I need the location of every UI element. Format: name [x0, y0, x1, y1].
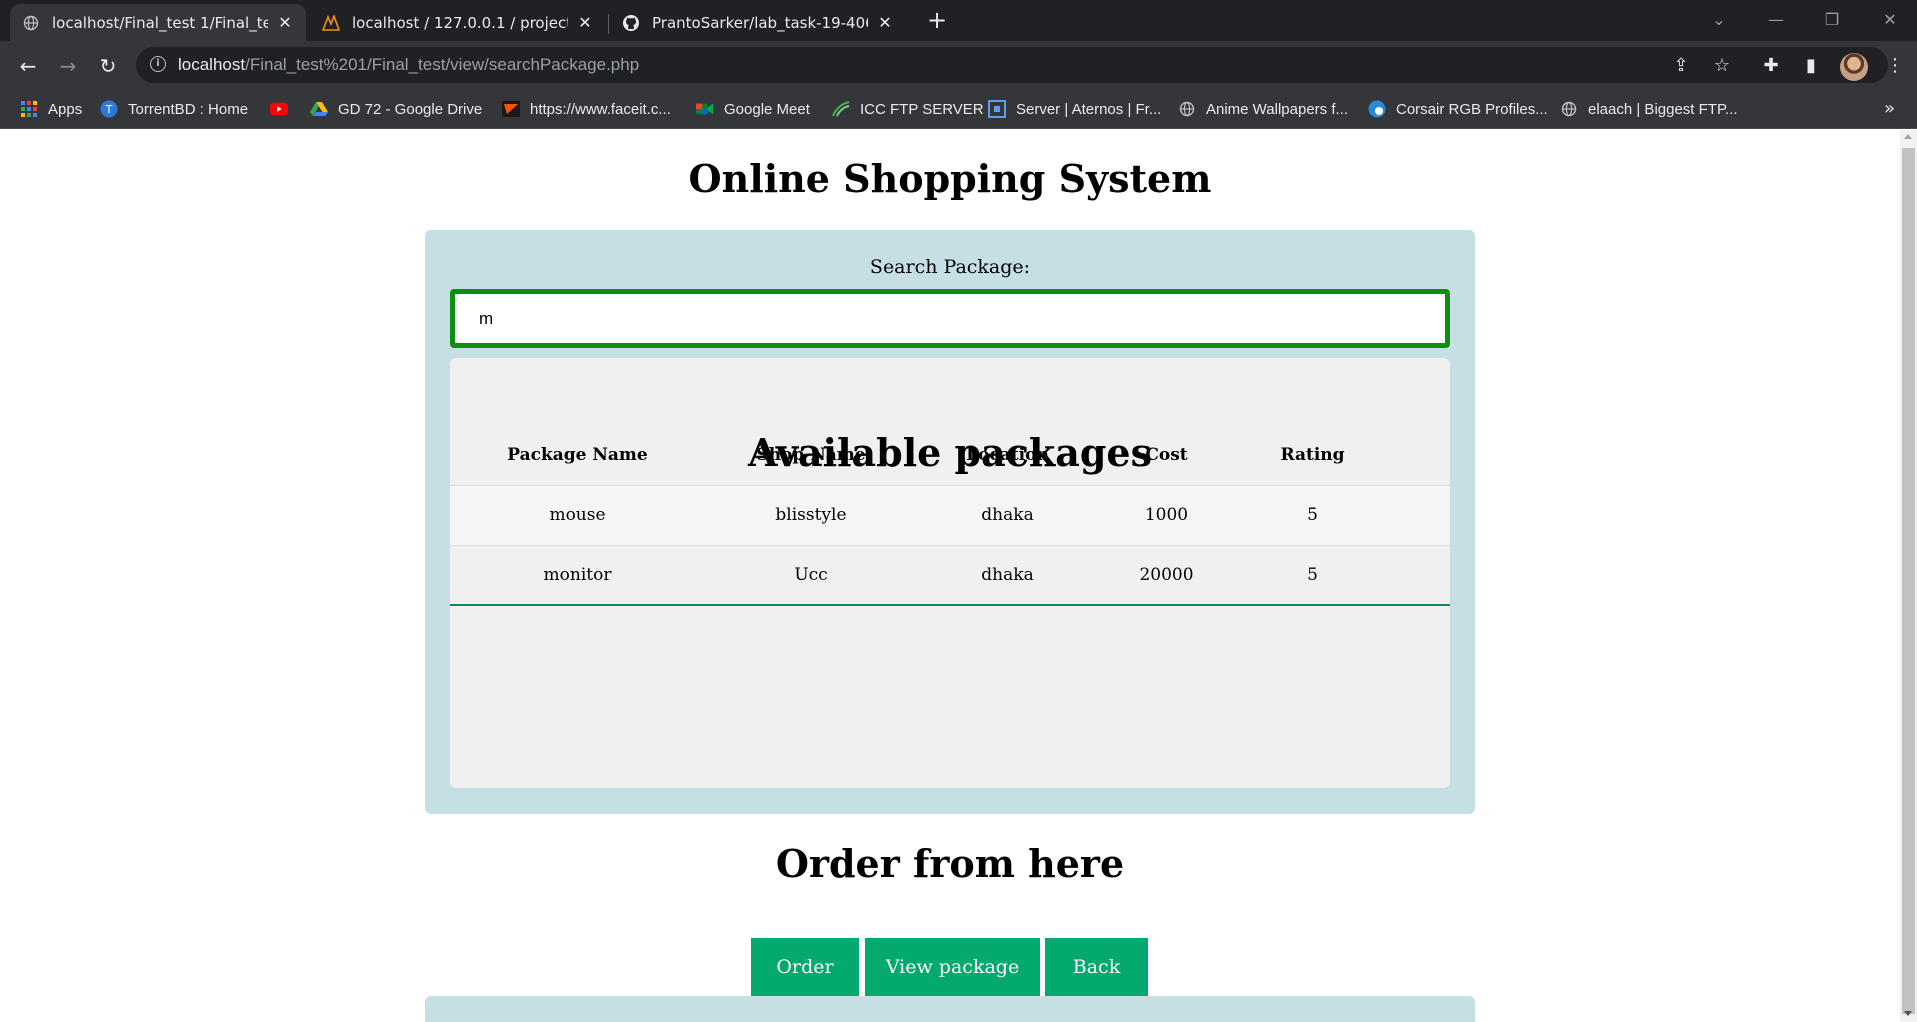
bookmark-google-drive[interactable]: GD 72 - Google Drive: [310, 100, 482, 118]
globe-icon: [1178, 100, 1196, 118]
bookmark-youtube[interactable]: [270, 100, 298, 118]
bookmark-icc-ftp[interactable]: ICC FTP SERVER: [832, 100, 984, 118]
phpmyadmin-icon: [322, 14, 340, 32]
column-header-rating: Rating: [1280, 444, 1345, 465]
reload-icon[interactable]: ↻: [94, 53, 122, 81]
extensions-puzzle-icon[interactable]: ✚: [1758, 53, 1784, 79]
bookmark-anime-wallpapers[interactable]: Anime Wallpapers f...: [1178, 100, 1348, 118]
cell-shop-name: blisstyle: [705, 484, 917, 545]
address-bar[interactable]: i localhost/Final_test%201/Final_test/vi…: [136, 47, 1888, 83]
cell-spacer: [1390, 484, 1450, 545]
new-tab-icon[interactable]: +: [924, 8, 950, 34]
close-tab-icon[interactable]: ✕: [276, 13, 294, 32]
cell-spacer: [1390, 544, 1450, 606]
more-bookmarks-icon[interactable]: »: [1884, 98, 1895, 119]
bookmark-aternos[interactable]: Server | Aternos | Fr...: [988, 100, 1161, 118]
column-header-spacer: [1390, 425, 1450, 485]
globe-icon: [22, 14, 40, 32]
search-panel: Search Package: Available packages Packa…: [425, 230, 1475, 814]
table-row: monitor Ucc dhaka 20000 5: [450, 544, 1450, 606]
cell-location: dhaka: [917, 544, 1098, 606]
packages-table: Package Name Shop Name Location Cost Rat…: [450, 425, 1450, 606]
back-button[interactable]: Back: [1045, 938, 1148, 996]
column-header-package-name: Package Name: [507, 444, 648, 465]
page-title: Online Shopping System: [688, 156, 1212, 201]
browser-tab-strip: localhost/Final_test 1/Final_test/v ✕ lo…: [0, 0, 1917, 41]
tab-separator: [608, 14, 609, 34]
search-input[interactable]: [450, 289, 1450, 348]
github-icon: [622, 14, 640, 32]
table-header-row: Package Name Shop Name Location Cost Rat…: [450, 425, 1450, 485]
address-url[interactable]: localhost/Final_test%201/Final_test/view…: [178, 55, 639, 75]
menu-kebab-icon[interactable]: ⋮: [1882, 53, 1908, 79]
bookmarks-bar: Apps T TorrentBD : Home GD 72 - Google D…: [0, 91, 1917, 129]
minimize-icon[interactable]: —: [1762, 6, 1790, 34]
footer-panel: [425, 996, 1475, 1022]
bookmark-torrentbd[interactable]: T TorrentBD : Home: [100, 100, 248, 118]
site-info-icon[interactable]: i: [150, 56, 166, 72]
apps-grid-icon: [20, 100, 38, 118]
page-viewport: Online Shopping System Search Package: A…: [0, 130, 1900, 1022]
youtube-icon: [270, 100, 288, 118]
close-tab-icon[interactable]: ✕: [876, 13, 894, 32]
cell-cost: 20000: [1098, 544, 1235, 606]
column-header-location: Location: [966, 444, 1049, 465]
bookmark-faceit[interactable]: https://www.faceit.c...: [502, 100, 671, 118]
close-window-icon[interactable]: ✕: [1876, 6, 1904, 34]
cell-package-name: mouse: [450, 484, 705, 545]
bookmark-corsair[interactable]: Corsair RGB Profiles...: [1368, 100, 1548, 118]
column-header-shop-name: Shop Name: [756, 444, 866, 465]
table-row: mouse blisstyle dhaka 1000 5: [450, 484, 1450, 545]
scroll-down-arrow-icon[interactable]: [1904, 1011, 1912, 1016]
bookmark-star-icon[interactable]: ☆: [1711, 55, 1733, 77]
view-package-button[interactable]: View package: [865, 938, 1040, 996]
faceit-icon: [502, 100, 520, 118]
tab-search-chevron-icon[interactable]: ⌄: [1705, 6, 1733, 34]
search-label: Search Package:: [869, 256, 1031, 278]
cell-package-name: monitor: [450, 544, 705, 606]
google-drive-icon: [310, 100, 328, 118]
scrollbar-thumb[interactable]: [1902, 148, 1915, 1014]
cell-cost: 1000: [1098, 484, 1235, 545]
side-panel-icon[interactable]: ▮: [1798, 53, 1824, 79]
forward-arrow-icon[interactable]: →: [54, 53, 82, 81]
back-arrow-icon[interactable]: ←: [14, 53, 42, 81]
corsair-icon: [1368, 100, 1386, 118]
bookmark-elaach[interactable]: elaach | Biggest FTP...: [1560, 100, 1738, 118]
globe-icon: [1560, 100, 1578, 118]
svg-text:T: T: [105, 103, 113, 116]
cell-rating: 5: [1235, 544, 1390, 606]
tab-github[interactable]: PrantoSarker/lab_task-19-40646- ✕: [610, 4, 906, 41]
cell-rating: 5: [1235, 484, 1390, 545]
column-header-cost: Cost: [1145, 444, 1188, 465]
restore-icon[interactable]: ❐: [1818, 6, 1846, 34]
order-heading: Order from here: [775, 841, 1125, 886]
google-meet-icon: [696, 100, 714, 118]
icc-ftp-icon: [832, 100, 850, 118]
tab-search-package[interactable]: localhost/Final_test 1/Final_test/v ✕: [10, 4, 306, 41]
close-tab-icon[interactable]: ✕: [576, 13, 594, 32]
scroll-up-arrow-icon[interactable]: [1904, 134, 1912, 139]
order-button[interactable]: Order: [751, 938, 859, 996]
page-scrollbar[interactable]: [1900, 130, 1917, 1022]
browser-toolbar: ← → ↻ i localhost/Final_test%201/Final_t…: [0, 41, 1917, 91]
share-icon[interactable]: ⇪: [1670, 55, 1692, 77]
tab-title: localhost/Final_test 1/Final_test/v: [52, 13, 268, 32]
bookmark-google-meet[interactable]: Google Meet: [696, 100, 810, 118]
cell-shop-name: Ucc: [705, 544, 917, 606]
tab-phpmyadmin[interactable]: localhost / 127.0.0.1 / project | ph ✕: [310, 4, 606, 41]
bookmark-apps[interactable]: Apps: [20, 100, 82, 118]
aternos-icon: [988, 100, 1006, 118]
torrentbd-icon: T: [100, 100, 118, 118]
cell-location: dhaka: [917, 484, 1098, 545]
profile-avatar[interactable]: [1840, 53, 1868, 81]
tab-title: PrantoSarker/lab_task-19-40646-: [652, 13, 868, 32]
tab-title: localhost / 127.0.0.1 / project | ph: [352, 13, 568, 32]
